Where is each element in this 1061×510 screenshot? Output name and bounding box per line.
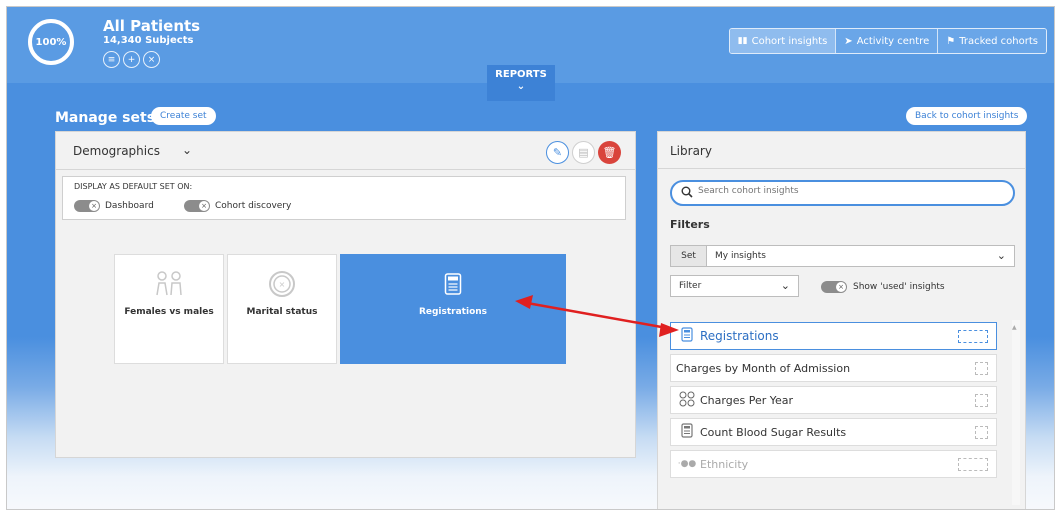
drag-arrow-annotation — [515, 295, 679, 337]
app-frame: 100% All Patients 14,340 Subjects ≡ + × … — [6, 6, 1055, 510]
